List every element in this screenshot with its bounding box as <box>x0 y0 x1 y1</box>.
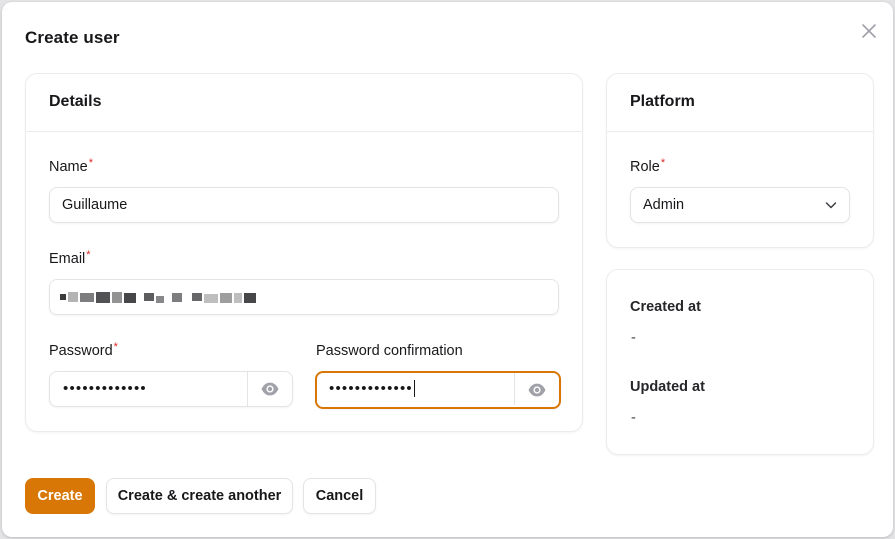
create-button[interactable]: Create <box>25 478 95 514</box>
email-label: Email* <box>49 249 91 267</box>
create-user-modal: Create user Details Name* Email* <box>2 2 893 537</box>
password-field[interactable]: ••••••••••••• <box>49 371 293 407</box>
details-card: Details Name* Email* <box>25 73 583 432</box>
close-icon <box>862 24 876 38</box>
platform-title: Platform <box>630 93 695 110</box>
password-label: Password* <box>49 341 118 359</box>
required-mark: * <box>113 341 118 353</box>
password-masked-value: ••••••••••••• <box>63 380 147 397</box>
name-label: Name* <box>49 157 93 175</box>
close-button[interactable] <box>858 20 880 42</box>
show-password-confirmation-button[interactable] <box>514 373 559 405</box>
chevron-down-icon <box>825 202 837 209</box>
updated-at-label: Updated at <box>630 379 705 395</box>
created-at-value: - <box>631 330 636 346</box>
role-selected-value: Admin <box>643 197 685 213</box>
text-caret <box>413 379 415 397</box>
name-field[interactable] <box>49 187 559 223</box>
required-mark: * <box>88 157 93 169</box>
show-password-button[interactable] <box>247 372 292 406</box>
details-title: Details <box>49 93 102 110</box>
password-confirmation-masked-value: ••••••••••••• <box>329 379 415 397</box>
role-select[interactable]: Admin <box>630 187 850 223</box>
eye-icon <box>528 383 546 397</box>
email-redacted-value <box>60 291 280 305</box>
updated-at-value: - <box>631 410 636 426</box>
timestamps-card: Created at - Updated at - <box>606 269 874 455</box>
create-and-create-another-button[interactable]: Create & create another <box>106 478 293 514</box>
email-field[interactable] <box>49 279 559 315</box>
password-confirmation-label: Password confirmation <box>316 343 463 359</box>
required-mark: * <box>660 157 666 169</box>
details-card-header: Details <box>26 74 582 132</box>
eye-icon <box>261 382 279 396</box>
role-label: Role* <box>630 157 666 175</box>
modal-title: Create user <box>25 28 120 47</box>
name-input[interactable] <box>62 188 542 222</box>
password-confirmation-field[interactable]: ••••••••••••• <box>315 371 561 409</box>
required-mark: * <box>86 249 91 261</box>
created-at-label: Created at <box>630 299 701 315</box>
platform-card-header: Platform <box>607 74 873 132</box>
cancel-button[interactable]: Cancel <box>303 478 376 514</box>
platform-card: Platform Role* Admin <box>606 73 874 248</box>
